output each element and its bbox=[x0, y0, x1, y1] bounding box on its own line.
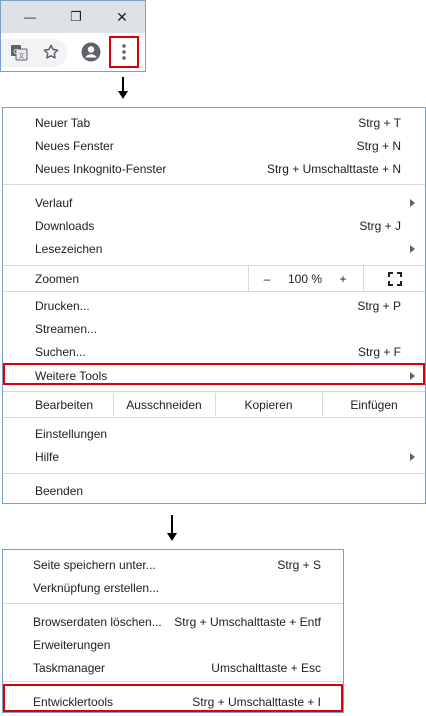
restore-button[interactable]: ❐ bbox=[53, 1, 99, 33]
close-icon: ✕ bbox=[116, 8, 128, 25]
fullscreen-button[interactable] bbox=[377, 266, 413, 291]
menu-item-label: Verlauf bbox=[35, 195, 73, 210]
minus-icon: – bbox=[263, 271, 271, 286]
chevron-right-icon bbox=[410, 199, 415, 207]
more-vert-icon[interactable] bbox=[109, 36, 139, 68]
menu-item-cast[interactable]: Streamen... bbox=[3, 317, 425, 340]
menu-item-print[interactable]: Drucken... Strg + P bbox=[3, 294, 425, 317]
menu-item-label: Beenden bbox=[35, 483, 84, 498]
menu-item-zoom: Zoomen – 100 % + bbox=[3, 266, 425, 291]
menu-item-label: Verknüpfung erstellen... bbox=[33, 580, 160, 595]
zoom-value: 100 % bbox=[281, 266, 329, 291]
menu-separator bbox=[3, 391, 425, 392]
menu-item-create-shortcut[interactable]: Verknüpfung erstellen... bbox=[3, 576, 343, 599]
menu-item-label: Suchen... bbox=[35, 344, 86, 359]
menu-item-label: Hilfe bbox=[35, 449, 60, 464]
copy-label: Kopieren bbox=[244, 397, 293, 412]
menu-item-settings[interactable]: Einstellungen bbox=[3, 422, 425, 445]
zoom-percent: 100 % bbox=[287, 271, 323, 286]
menu-separator bbox=[3, 184, 425, 185]
menu-item-find[interactable]: Suchen... Strg + F bbox=[3, 340, 425, 363]
minimize-icon: — bbox=[24, 10, 36, 24]
menu-separator bbox=[3, 681, 343, 682]
star-icon[interactable] bbox=[41, 42, 61, 62]
menu-item-clear-browsing-data[interactable]: Browserdaten löschen... Strg + Umschaltt… bbox=[3, 610, 343, 633]
copy-button[interactable]: Kopieren bbox=[216, 393, 321, 416]
chevron-right-icon bbox=[410, 245, 415, 253]
menu-item-shortcut: Strg + N bbox=[356, 138, 401, 153]
down-arrow bbox=[117, 77, 129, 101]
menu-item-label: Lesezeichen bbox=[35, 241, 103, 256]
menu-item-history[interactable]: Verlauf bbox=[3, 191, 425, 214]
menu-item-shortcut: Strg + Umschalttaste + N bbox=[266, 161, 401, 176]
menu-item-shortcut: Strg + P bbox=[357, 298, 401, 313]
browser-window-crop: — ❐ ✕ G 文 bbox=[0, 0, 146, 72]
title-bar: — ❐ ✕ bbox=[1, 1, 145, 33]
menu-separator bbox=[3, 417, 425, 418]
plus-icon: + bbox=[339, 271, 347, 286]
menu-item-shortcut: Strg + J bbox=[359, 218, 401, 233]
chrome-main-menu: Neuer Tab Strg + T Neues Fenster Strg + … bbox=[2, 107, 426, 504]
menu-item-help[interactable]: Hilfe bbox=[3, 445, 425, 468]
toolbar: G 文 bbox=[1, 33, 145, 71]
zoom-in-button[interactable]: + bbox=[331, 266, 355, 291]
menu-item-new-tab[interactable]: Neuer Tab Strg + T bbox=[3, 111, 425, 134]
menu-item-label: Seite speichern unter... bbox=[33, 557, 156, 572]
minimize-button[interactable]: — bbox=[7, 1, 53, 33]
menu-item-label: Downloads bbox=[35, 218, 95, 233]
more-tools-submenu: Seite speichern unter... Strg + S Verknü… bbox=[2, 549, 344, 713]
menu-item-save-page[interactable]: Seite speichern unter... Strg + S bbox=[3, 553, 343, 576]
menu-item-label: Streamen... bbox=[35, 321, 98, 336]
svg-text:文: 文 bbox=[18, 52, 24, 60]
menu-item-label: Einstellungen bbox=[35, 426, 108, 441]
menu-item-downloads[interactable]: Downloads Strg + J bbox=[3, 214, 425, 237]
menu-item-shortcut: Umschalttaste + Esc bbox=[211, 660, 321, 675]
menu-item-shortcut: Strg + S bbox=[277, 557, 321, 572]
cut-button[interactable]: Ausschneiden bbox=[114, 393, 214, 416]
menu-item-new-window[interactable]: Neues Fenster Strg + N bbox=[3, 134, 425, 157]
close-button[interactable]: ✕ bbox=[99, 1, 145, 33]
menu-item-label: Erweiterungen bbox=[33, 637, 111, 652]
menu-separator bbox=[3, 473, 425, 474]
menu-item-task-manager[interactable]: Taskmanager Umschalttaste + Esc bbox=[3, 656, 343, 679]
menu-item-shortcut: Strg + T bbox=[358, 115, 401, 130]
menu-item-exit[interactable]: Beenden bbox=[3, 479, 425, 502]
menu-item-extensions[interactable]: Erweiterungen bbox=[3, 633, 343, 656]
fullscreen-icon bbox=[388, 271, 402, 286]
cut-label: Ausschneiden bbox=[126, 397, 202, 412]
menu-separator bbox=[3, 291, 425, 292]
menu-item-label: Neues Inkognito-Fenster bbox=[35, 161, 167, 176]
edit-label: Bearbeiten bbox=[35, 397, 94, 412]
menu-item-edit: Bearbeiten Ausschneiden Kopieren Einfüge… bbox=[3, 393, 425, 416]
translate-icon[interactable]: G 文 bbox=[9, 42, 29, 62]
zoom-out-button[interactable]: – bbox=[255, 266, 279, 291]
paste-label: Einfügen bbox=[350, 397, 398, 412]
chevron-right-icon bbox=[410, 453, 415, 461]
account-circle-icon[interactable] bbox=[81, 42, 101, 62]
menu-item-label: Drucken... bbox=[35, 298, 90, 313]
paste-button[interactable]: Einfügen bbox=[323, 393, 425, 416]
highlight-box bbox=[3, 363, 425, 385]
menu-item-label: Neues Fenster bbox=[35, 138, 114, 153]
menu-item-shortcut: Strg + Umschalttaste + Entf bbox=[174, 614, 321, 629]
restore-icon: ❐ bbox=[70, 9, 82, 24]
zoom-label: Zoomen bbox=[35, 271, 80, 286]
highlight-box bbox=[3, 684, 343, 712]
menu-separator bbox=[3, 603, 343, 604]
menu-item-incognito[interactable]: Neues Inkognito-Fenster Strg + Umschaltt… bbox=[3, 157, 425, 180]
menu-item-label: Browserdaten löschen... bbox=[33, 614, 162, 629]
menu-item-bookmarks[interactable]: Lesezeichen bbox=[3, 237, 425, 260]
menu-item-label: Neuer Tab bbox=[35, 115, 91, 130]
menu-item-label: Taskmanager bbox=[33, 660, 106, 675]
menu-item-shortcut: Strg + F bbox=[357, 344, 401, 359]
down-arrow bbox=[166, 515, 178, 543]
